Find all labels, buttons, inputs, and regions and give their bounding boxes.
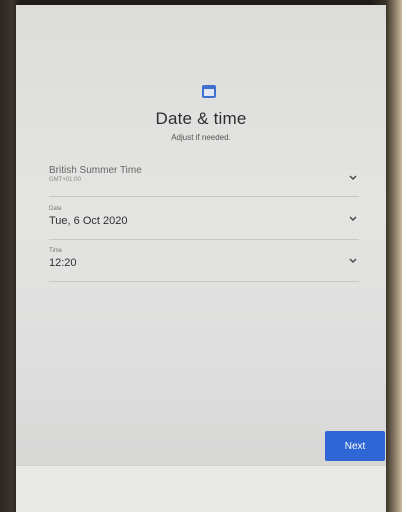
time-value: 12:20 [49, 257, 77, 269]
next-button[interactable]: Next [325, 431, 385, 461]
timezone-name: British Summer Time [49, 165, 142, 176]
setup-screen: Date & time Adjust if needed. British Su… [16, 5, 386, 512]
time-label: Time [49, 248, 63, 254]
timezone-selector[interactable]: British Summer Time GMT+01:00 [49, 165, 359, 197]
page-title: Date & time [155, 109, 247, 128]
navigation-bar [16, 465, 386, 512]
date-selector[interactable]: Date Tue, 6 Oct 2020 [49, 206, 359, 240]
device-frame: Date & time Adjust if needed. British Su… [0, 0, 402, 512]
chevron-down-icon [349, 175, 357, 180]
divider [49, 239, 359, 240]
date-label: Date [49, 206, 62, 212]
chevron-down-icon [349, 216, 357, 221]
date-value: Tue, 6 Oct 2020 [49, 215, 128, 227]
chevron-down-icon [349, 258, 357, 263]
divider [49, 281, 359, 282]
time-selector[interactable]: Time 12:20 [49, 248, 359, 282]
timezone-offset: GMT+01:00 [49, 177, 81, 183]
calendar-icon [202, 85, 216, 98]
divider [49, 196, 359, 197]
page-subtitle: Adjust if needed. [171, 133, 231, 142]
